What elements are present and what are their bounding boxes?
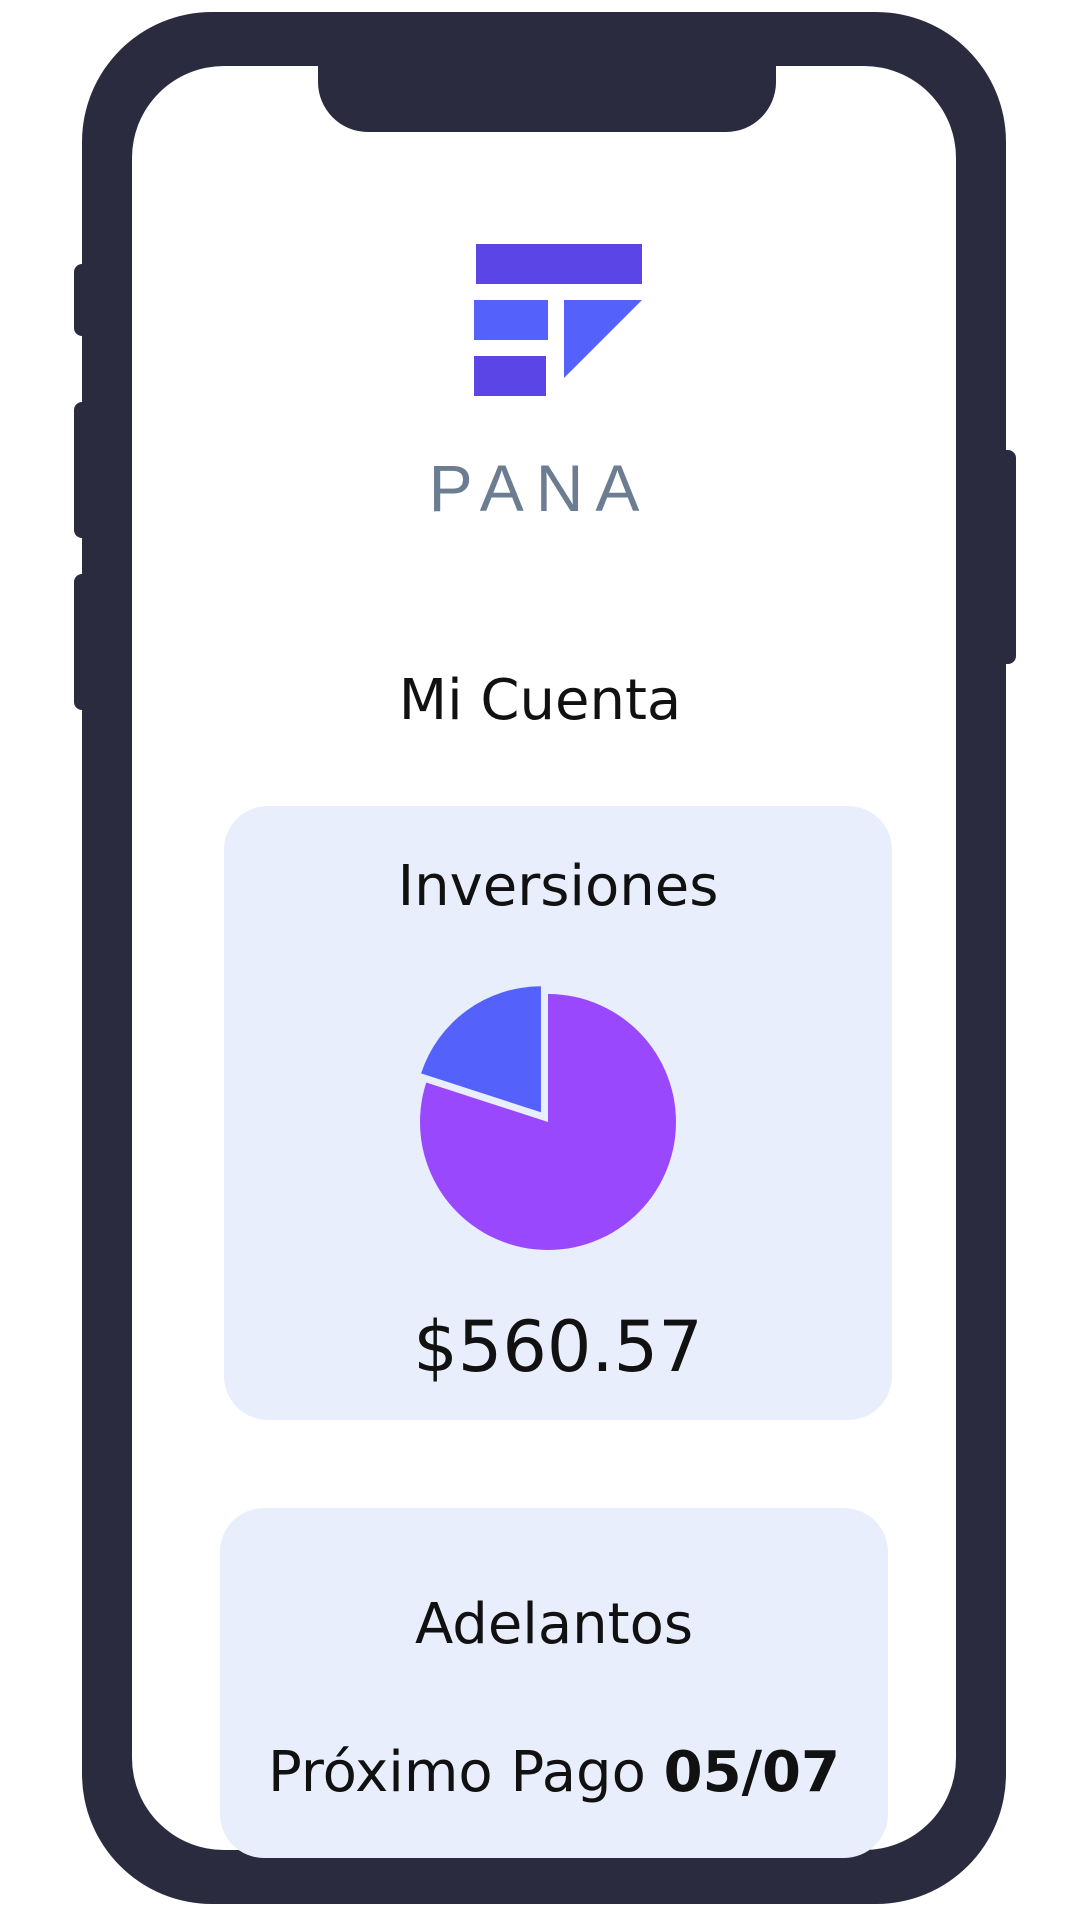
investments-title: Inversiones: [397, 854, 719, 919]
pana-logo-icon: [474, 244, 642, 396]
logo-triangle: [564, 300, 642, 378]
side-button-left-1: [74, 264, 94, 336]
logo-bar-middle: [474, 300, 548, 340]
next-payment-label: Próximo Pago: [268, 1740, 646, 1805]
investments-amount: $560.57: [413, 1306, 703, 1388]
advances-title: Adelantos: [414, 1592, 694, 1657]
pana-logo: [474, 244, 646, 400]
page-title: Mi Cuenta: [398, 668, 682, 733]
pie-chart-icon: [420, 986, 676, 1250]
next-payment-date: 05/07: [663, 1740, 840, 1805]
advances-card[interactable]: Adelantos Próximo Pago 05/07: [220, 1508, 888, 1858]
phone-notch: [318, 66, 776, 132]
next-payment: Próximo Pago 05/07: [220, 1740, 888, 1805]
logo-bar-top: [476, 244, 642, 284]
logo-bar-bottom: [474, 356, 546, 396]
brand-name: PANA: [428, 451, 652, 525]
